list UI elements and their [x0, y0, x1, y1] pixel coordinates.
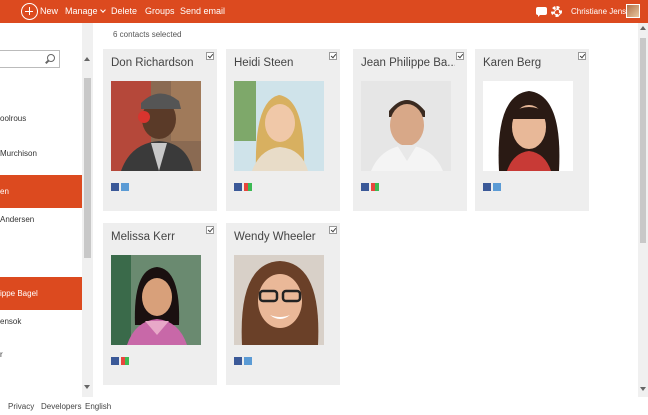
scroll-down-icon[interactable]	[84, 385, 90, 389]
contact-card[interactable]: Jean Philippe Ba...	[353, 49, 467, 211]
sidebar-item-contact[interactable]: ensok	[0, 305, 82, 338]
contact-card[interactable]: Melissa Kerr	[103, 223, 217, 385]
chevron-down-icon	[99, 7, 106, 13]
facebook-icon[interactable]	[483, 183, 491, 191]
contact-name: Heidi Steen	[234, 57, 294, 69]
contact-name: Karen Berg	[483, 57, 542, 69]
sidebar-item-contact[interactable]: oolrous	[0, 102, 82, 135]
sidebar-item-contact[interactable]: Murchison	[0, 137, 82, 170]
search-icon[interactable]	[47, 54, 55, 62]
sidebar-item-contact[interactable]: Andersen	[0, 203, 82, 236]
social-links	[111, 357, 131, 365]
sidebar-scrollbar[interactable]	[82, 23, 93, 397]
contact-photo	[111, 255, 201, 345]
contact-card[interactable]: Wendy Wheeler	[226, 223, 340, 385]
scroll-down-icon[interactable]	[639, 387, 646, 391]
google-icon[interactable]	[121, 357, 129, 365]
gear-icon[interactable]	[551, 6, 562, 17]
send-email-button[interactable]: Send email	[180, 0, 225, 23]
social-links	[234, 357, 254, 365]
contact-photo	[111, 81, 201, 171]
google-icon[interactable]	[244, 183, 252, 191]
social-links	[111, 183, 131, 191]
manage-label: Manage	[65, 6, 98, 16]
card-checkbox[interactable]	[329, 226, 337, 234]
facebook-icon[interactable]	[361, 183, 369, 191]
scroll-up-icon[interactable]	[639, 26, 646, 30]
contact-card[interactable]: Don Richardson	[103, 49, 217, 211]
chat-icon[interactable]	[536, 7, 547, 17]
linkedin-icon[interactable]	[493, 183, 501, 191]
card-checkbox[interactable]	[329, 52, 337, 60]
google-icon[interactable]	[371, 183, 379, 191]
contact-card[interactable]: Karen Berg	[475, 49, 589, 211]
card-checkbox[interactable]	[206, 226, 214, 234]
facebook-icon[interactable]	[234, 357, 242, 365]
contact-photo	[234, 255, 324, 345]
contact-name: Melissa Kerr	[111, 231, 175, 243]
contact-name: Jean Philippe Ba...	[361, 57, 455, 69]
facebook-icon[interactable]	[111, 357, 119, 365]
card-checkbox[interactable]	[578, 52, 586, 60]
privacy-link[interactable]: Privacy	[8, 402, 34, 411]
main-scrollbar[interactable]	[638, 23, 648, 397]
manage-menu[interactable]: Manage	[65, 0, 106, 23]
contact-photo	[483, 81, 573, 171]
contact-name: Don Richardson	[111, 57, 194, 69]
groups-button[interactable]: Groups	[145, 0, 175, 23]
linkedin-icon[interactable]	[121, 183, 129, 191]
contact-photo	[234, 81, 324, 171]
new-button[interactable]: New	[40, 0, 58, 23]
facebook-icon[interactable]	[234, 183, 242, 191]
selection-count: 6 contacts selected	[113, 30, 182, 39]
language-link[interactable]: English	[85, 402, 111, 411]
top-command-bar: New Manage Delete Groups Send email Chri…	[0, 0, 648, 23]
card-checkbox[interactable]	[206, 52, 214, 60]
footer: Privacy Developers English	[0, 397, 648, 415]
add-icon[interactable]	[21, 3, 38, 20]
scrollbar-thumb[interactable]	[84, 78, 91, 258]
social-links	[483, 183, 503, 191]
search-input[interactable]	[0, 50, 60, 68]
card-checkbox[interactable]	[456, 52, 464, 60]
contacts-sidebar: ‹ oolrous Murchison en Andersen ippe Bag…	[0, 23, 93, 397]
facebook-icon[interactable]	[111, 183, 119, 191]
scroll-up-icon[interactable]	[84, 57, 90, 61]
delete-button[interactable]: Delete	[111, 0, 137, 23]
linkedin-icon[interactable]	[244, 357, 252, 365]
social-links	[361, 183, 381, 191]
sidebar-item-contact[interactable]: r	[0, 338, 82, 371]
avatar[interactable]	[626, 4, 640, 18]
scrollbar-thumb[interactable]	[640, 38, 646, 243]
developers-link[interactable]: Developers	[41, 402, 81, 411]
contact-card[interactable]: Heidi Steen	[226, 49, 340, 211]
social-links	[234, 183, 254, 191]
contact-name: Wendy Wheeler	[234, 231, 316, 243]
contact-photo	[361, 81, 451, 171]
